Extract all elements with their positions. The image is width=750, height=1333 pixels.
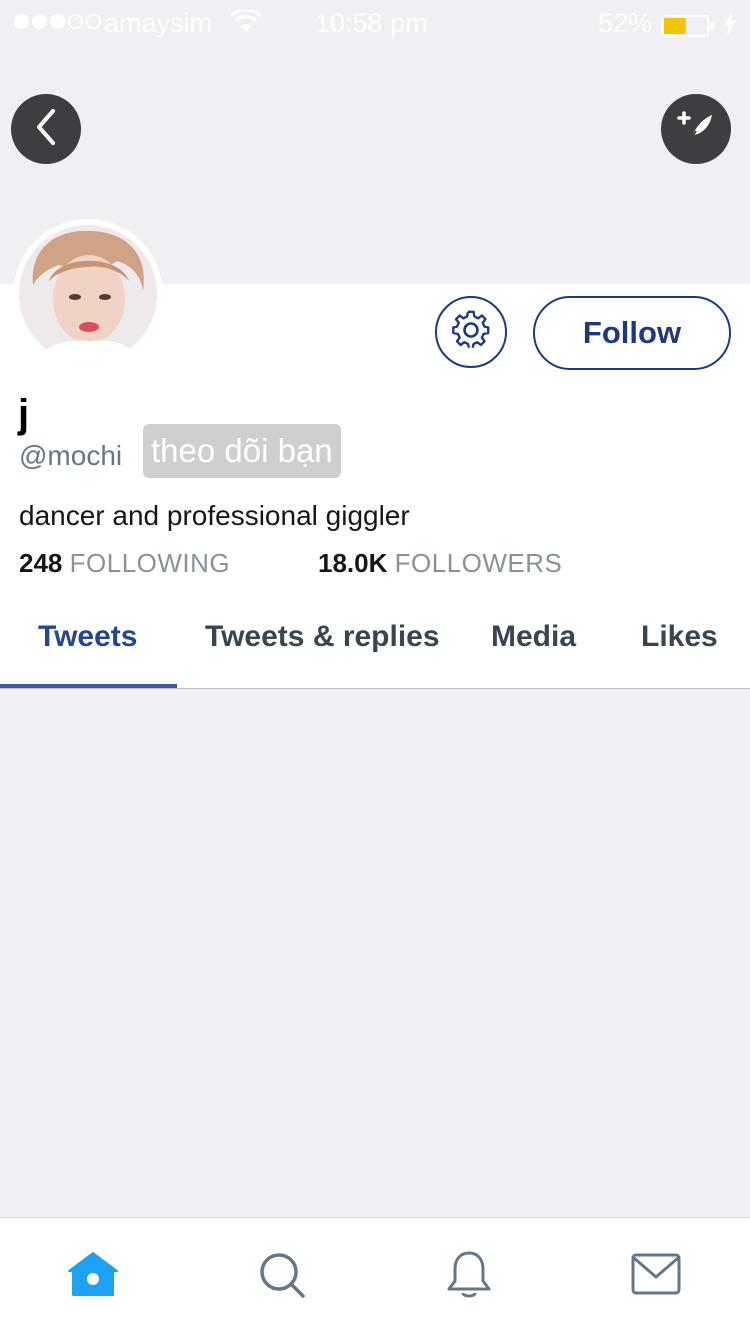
notifications-tab-button[interactable] — [443, 1250, 495, 1302]
avatar[interactable] — [13, 219, 163, 369]
charging-icon — [723, 12, 737, 43]
back-button[interactable] — [11, 94, 81, 164]
home-icon — [67, 1251, 119, 1302]
tab-tweets[interactable]: Tweets — [38, 620, 137, 654]
home-tab-button[interactable] — [67, 1250, 119, 1302]
compose-tweet-icon — [676, 107, 716, 152]
gear-icon — [451, 310, 491, 355]
following-stat[interactable]: 248 FOLLOWING — [19, 548, 230, 579]
chevron-left-icon — [31, 107, 61, 152]
followers-stat[interactable]: 18.0K FOLLOWERS — [318, 548, 562, 579]
tab-tweets-and-replies[interactable]: Tweets & replies — [205, 620, 440, 654]
tab-likes[interactable]: Likes — [641, 620, 718, 654]
settings-button[interactable] — [435, 296, 507, 368]
username-handle: @mochi — [19, 440, 123, 471]
bell-icon — [445, 1249, 493, 1304]
search-icon — [257, 1250, 305, 1303]
search-tab-button[interactable] — [255, 1250, 307, 1302]
follows-you-badge: theo dõi bạn — [143, 424, 341, 478]
following-label: FOLLOWING — [69, 548, 231, 578]
messages-tab-button[interactable] — [630, 1250, 682, 1302]
battery-percent: 52% — [598, 8, 653, 38]
following-count: 248 — [19, 548, 63, 578]
followers-label: FOLLOWERS — [394, 548, 563, 578]
tab-media[interactable]: Media — [491, 620, 576, 654]
carrier-name: amaysim — [104, 8, 213, 38]
compose-tweet-button[interactable] — [661, 94, 731, 164]
followers-count: 18.0K — [318, 548, 388, 578]
follow-button[interactable]: Follow — [533, 296, 731, 370]
signal-strength-icon — [14, 14, 101, 29]
status-time: 10:58 pm — [315, 8, 428, 38]
status-bar: amaysim 10:58 pm 52% — [0, 0, 750, 50]
wifi-icon — [229, 8, 263, 41]
avatar-photo — [19, 225, 157, 363]
display-name: j — [18, 392, 30, 436]
profile-bio: dancer and professional giggler — [19, 500, 410, 531]
tab-divider — [0, 688, 750, 689]
battery-icon — [661, 13, 715, 37]
envelope-icon — [631, 1253, 681, 1300]
